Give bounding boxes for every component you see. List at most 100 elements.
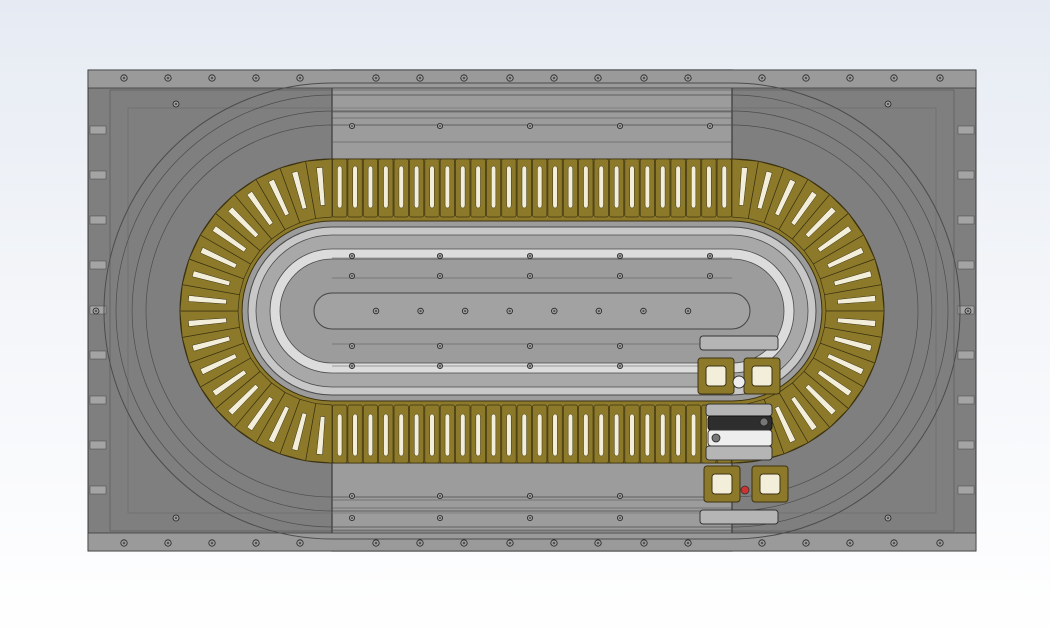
coil-slot (383, 165, 389, 209)
bolt-center (508, 541, 512, 545)
coil-slot (352, 165, 358, 209)
center-slot-rail (313, 292, 751, 330)
coil-slot (414, 165, 420, 209)
bolt-center (528, 124, 532, 128)
bolt-center (966, 309, 970, 313)
bolt-center (438, 364, 442, 368)
mover-roller-lr-inner (759, 473, 781, 495)
coil-slot (675, 413, 681, 457)
coil-slot (506, 165, 512, 209)
coil-slot (490, 165, 497, 209)
coil-slot (644, 413, 650, 457)
bolt-center (418, 76, 422, 80)
mover-body-bottom (705, 445, 773, 461)
bolt-center (708, 274, 712, 278)
coil-slot (567, 413, 574, 457)
bolt-center (892, 76, 896, 80)
coil-slot (460, 413, 466, 457)
coil-slot (583, 165, 589, 209)
bolt-center (618, 124, 622, 128)
mover-bolt (711, 433, 721, 443)
coil-slot (675, 165, 681, 209)
bolt-center (528, 364, 532, 368)
bolt-center (462, 541, 466, 545)
bolt-center (438, 274, 442, 278)
side-tab (957, 125, 975, 135)
coil-slot (414, 413, 420, 457)
bolt-center (618, 516, 622, 520)
coil-slot (475, 165, 481, 209)
coil-slot (567, 165, 574, 209)
coil-slot (506, 413, 512, 457)
bolt-center (350, 254, 354, 258)
bolt-center (552, 541, 556, 545)
coil-slot (398, 413, 404, 457)
bolt-center (350, 364, 354, 368)
bolt-center (804, 76, 808, 80)
bolt-center (804, 541, 808, 545)
coil-slot (337, 413, 343, 457)
coil-slot (644, 165, 650, 209)
cad-viewport[interactable] (0, 0, 1050, 640)
bolt-center (350, 124, 354, 128)
mover-roller-ll-inner (711, 473, 733, 495)
coil-slot (629, 165, 635, 209)
bolt-center (886, 516, 890, 520)
bolt-center (419, 309, 422, 313)
bolt-center (642, 76, 646, 80)
coil-slot (444, 413, 450, 457)
coil-slot (690, 413, 697, 457)
coil-slot (598, 165, 604, 209)
bolt-center (122, 541, 126, 545)
side-tab (89, 440, 107, 450)
bolt-center (938, 76, 942, 80)
coil-slot (490, 413, 497, 457)
bolt-center (298, 541, 302, 545)
bolt-center (618, 494, 622, 498)
coil-slot (552, 413, 558, 457)
bolt-center (618, 274, 622, 278)
side-tab (957, 215, 975, 225)
bolt-center (642, 541, 646, 545)
coil-slot (367, 413, 374, 457)
coil-slot (583, 413, 589, 457)
bolt-center (892, 541, 896, 545)
coil-slot (521, 165, 527, 209)
bolt-center (438, 254, 442, 258)
side-tab (957, 260, 975, 270)
bolt-center (438, 124, 442, 128)
mover-bottom-bar (699, 509, 779, 525)
bolt-center (438, 516, 442, 520)
coil-slot (690, 165, 697, 209)
bolt-center (418, 541, 422, 545)
bolt-center (848, 76, 852, 80)
bolt-center (374, 76, 378, 80)
coil-slot (598, 413, 604, 457)
coil-slot (429, 165, 435, 209)
bolt-center (462, 76, 466, 80)
side-tab (957, 440, 975, 450)
bolt-center (618, 364, 622, 368)
bolt-center (438, 344, 442, 348)
side-tab (89, 395, 107, 405)
coil-slot (460, 165, 466, 209)
coil-slot (706, 165, 712, 209)
side-tab (89, 485, 107, 495)
side-tab (957, 485, 975, 495)
coil-slot (614, 413, 620, 457)
mover-bolt (759, 417, 769, 427)
coil-slot (337, 165, 343, 209)
bolt-center (642, 309, 645, 313)
side-tab (89, 350, 107, 360)
coil-slot (721, 165, 727, 209)
bolt-center (374, 309, 378, 313)
bolt-center (760, 541, 764, 545)
coil-slot (383, 413, 389, 457)
bolt-center (938, 541, 942, 545)
bolt-center (464, 309, 467, 313)
bolt-center (508, 309, 511, 313)
bolt-center (508, 76, 512, 80)
side-tab (89, 170, 107, 180)
coil-slot (552, 165, 558, 209)
bolt-center (708, 254, 712, 258)
